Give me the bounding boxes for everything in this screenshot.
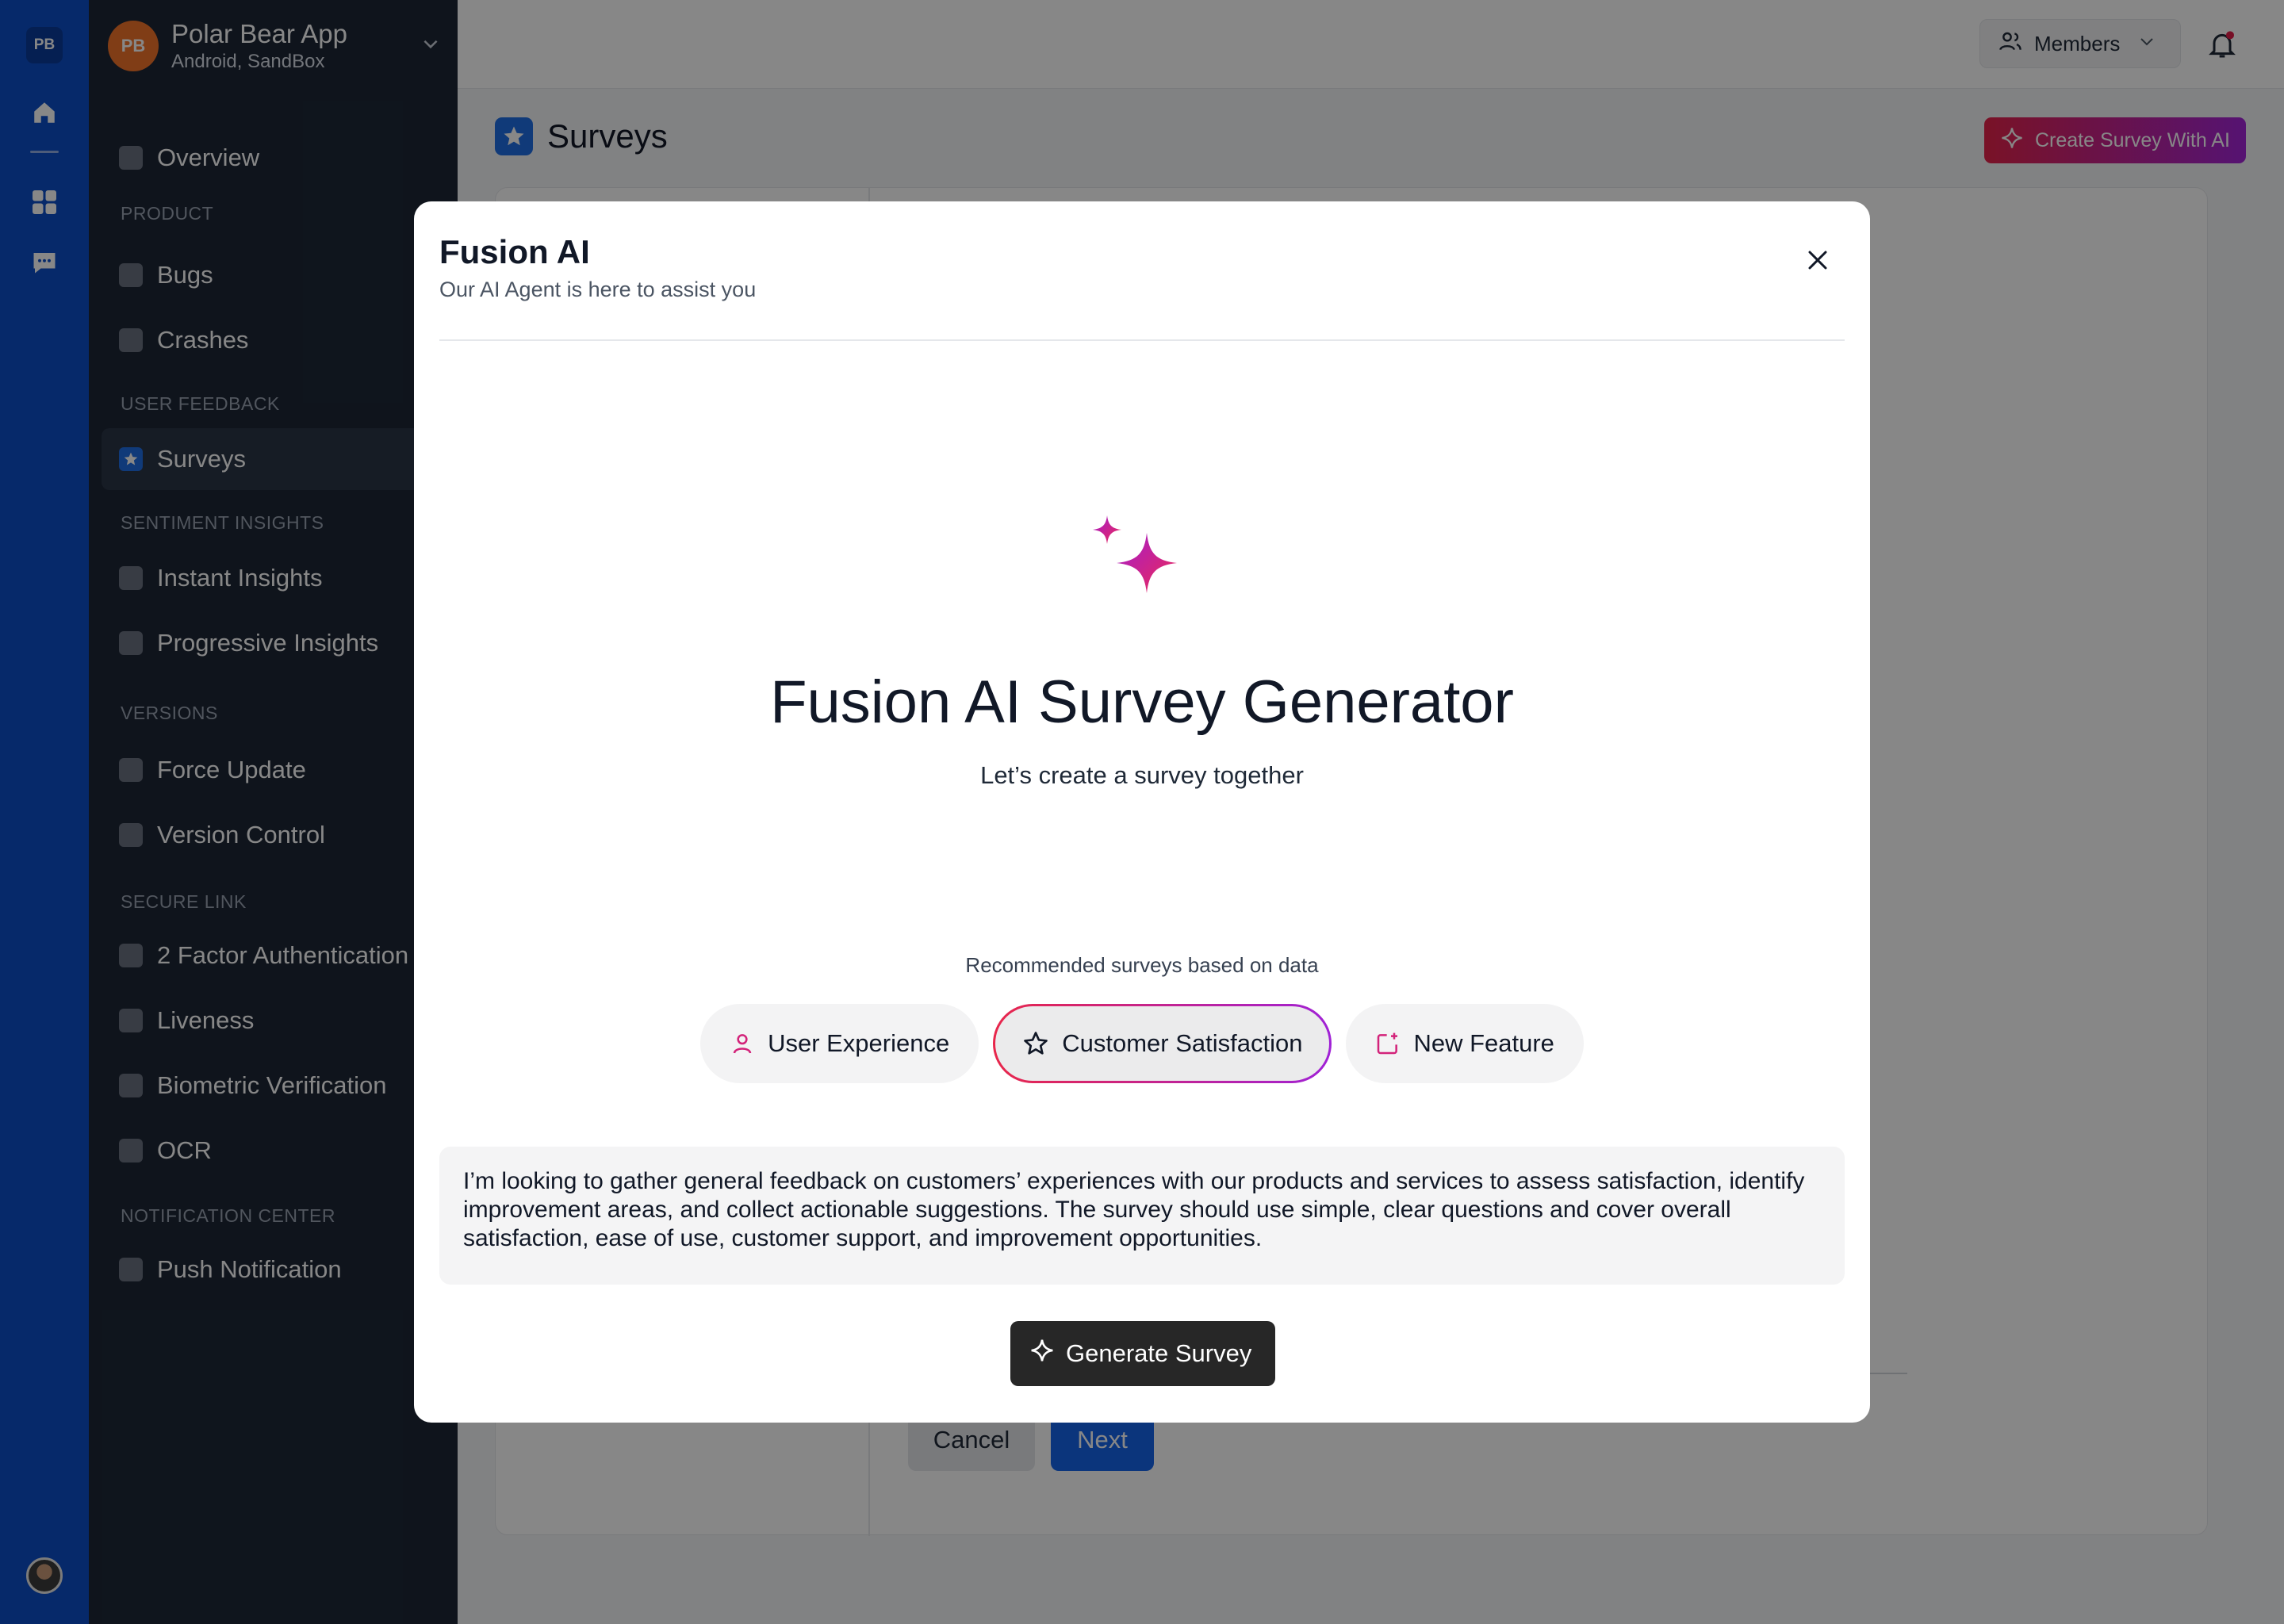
sparkle-icon — [1029, 1338, 1055, 1369]
user-icon — [730, 1031, 755, 1056]
chip-customer-satisfaction[interactable]: Customer Satisfaction — [993, 1004, 1332, 1083]
generate-survey-label: Generate Survey — [1066, 1339, 1252, 1367]
hero-subtitle: Let’s create a survey together — [980, 761, 1304, 789]
chip-user-experience[interactable]: User Experience — [700, 1004, 979, 1083]
modal-title: Fusion AI — [439, 233, 590, 270]
chip-label: Customer Satisfaction — [1062, 1029, 1303, 1057]
close-icon[interactable] — [1800, 243, 1835, 278]
survey-prompt-input[interactable]: I’m looking to gather general feedback o… — [439, 1147, 1845, 1285]
fusion-ai-modal: Fusion AI Our AI Agent is here to assist… — [414, 201, 1870, 1423]
generate-survey-button[interactable]: Generate Survey — [1010, 1321, 1275, 1386]
star-icon — [1022, 1030, 1049, 1057]
chip-label: New Feature — [1413, 1029, 1554, 1057]
hero-title: Fusion AI Survey Generator — [770, 668, 1514, 736]
chip-label: User Experience — [768, 1029, 950, 1057]
new-feature-icon — [1375, 1031, 1401, 1056]
modal-subtitle: Our AI Agent is here to assist you — [439, 278, 757, 301]
ai-sparkle-icon — [1090, 515, 1193, 622]
recommended-chips: User Experience Customer Satisfaction Ne… — [414, 1004, 1870, 1083]
chip-new-feature[interactable]: New Feature — [1346, 1004, 1584, 1083]
recommended-label: Recommended surveys based on data — [965, 953, 1319, 977]
modal-divider — [439, 339, 1845, 341]
